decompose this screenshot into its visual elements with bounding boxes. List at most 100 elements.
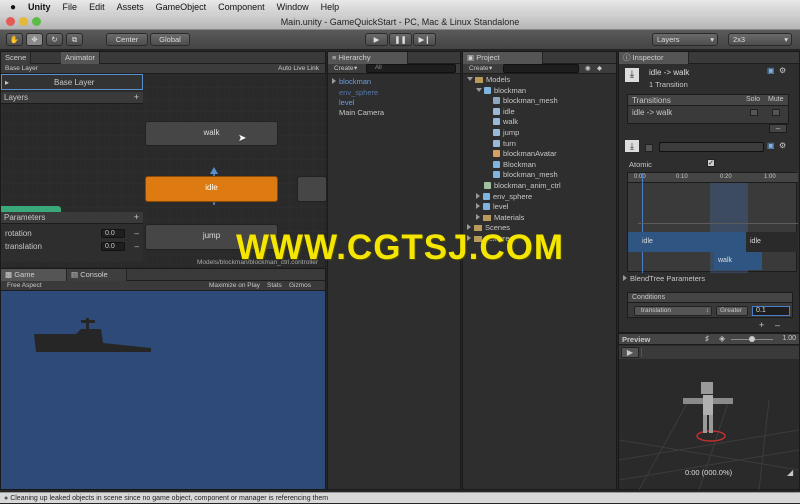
menu-help[interactable]: Help	[321, 2, 340, 12]
project-item-blockman-mesh[interactable]: blockman_mesh	[485, 170, 558, 179]
state-node-walk[interactable]: walk	[145, 121, 278, 146]
auto-live-link-button[interactable]: Auto Live Link	[278, 64, 319, 74]
global-local-button[interactable]: Global	[150, 33, 190, 46]
layout-dropdown[interactable]: 2x3 ▾	[728, 33, 792, 46]
maximize-on-play-toggle[interactable]: Maximize on Play	[209, 281, 260, 291]
project-search-input[interactable]	[503, 64, 579, 73]
project-item-blockman-mesh[interactable]: blockman_mesh	[485, 96, 558, 105]
idle-clip-bar-2[interactable]: idle	[746, 232, 798, 252]
atomic-checkbox[interactable]: ✓	[707, 159, 715, 167]
project-item-level[interactable]: level	[476, 202, 508, 211]
remove-icon[interactable]: –	[135, 242, 139, 251]
menu-edit[interactable]: Edit	[89, 2, 105, 12]
play-button[interactable]: ▶	[365, 33, 388, 46]
preview-time-marker[interactable]	[641, 348, 642, 357]
condition-operator-dropdown[interactable]: Greater	[716, 306, 748, 316]
speed-icon[interactable]: ◈	[719, 334, 725, 343]
gizmos-dropdown[interactable]: Gizmos	[289, 281, 311, 291]
parameter-value-field[interactable]: 0.0	[101, 229, 125, 238]
filter-type-icon[interactable]: ◉	[585, 64, 591, 74]
layer-base-layer[interactable]: ▸ Base Layer	[1, 74, 143, 90]
menu-file[interactable]: File	[63, 2, 78, 12]
pivot-center-button[interactable]: Center	[106, 33, 148, 46]
app-menu[interactable]: Unity	[28, 2, 51, 12]
tab-scene[interactable]: Scene	[1, 52, 32, 64]
project-item-materials[interactable]: Materials	[476, 213, 524, 222]
scale-tool-icon[interactable]: ⧉	[66, 33, 83, 46]
blendtree-parameters-foldout[interactable]: BlendTree Parameters	[623, 274, 705, 283]
menu-window[interactable]: Window	[277, 2, 309, 12]
project-item-jump[interactable]: jump	[485, 128, 519, 137]
transition-enabled-checkbox[interactable]	[645, 144, 653, 152]
project-item-turn[interactable]: turn	[485, 139, 516, 148]
apple-icon[interactable]: ●	[10, 2, 16, 13]
project-item-blockman-anim-ctrl[interactable]: blockman_anim_ctrl	[476, 181, 561, 190]
project-item-blockman[interactable]: Blockman	[485, 160, 536, 169]
pivot-icon[interactable]: ♯	[705, 334, 709, 343]
rotate-tool-icon[interactable]: ↻	[46, 33, 63, 46]
tab-project[interactable]: ▣ Project	[463, 52, 543, 64]
tab-console[interactable]: ▤ Console	[67, 269, 127, 281]
expand-icon[interactable]	[476, 192, 480, 199]
expand-icon[interactable]	[476, 213, 480, 220]
menu-component[interactable]: Component	[218, 2, 265, 12]
condition-value-input[interactable]: 0.1	[752, 306, 790, 316]
hierarchy-item-blockman[interactable]: blockman	[332, 77, 371, 86]
minimize-window-button[interactable]	[19, 17, 28, 26]
remove-transition-button[interactable]: –	[769, 124, 787, 133]
speed-slider-thumb[interactable]	[749, 336, 755, 342]
status-message[interactable]: Cleaning up leaked objects in scene sinc…	[10, 495, 328, 502]
project-item-walk[interactable]: walk	[485, 117, 518, 126]
state-node-idle[interactable]: idle	[145, 176, 278, 202]
tab-hierarchy[interactable]: ≡ Hierarchy	[328, 52, 408, 64]
pause-button[interactable]: ❚❚	[389, 33, 412, 46]
idle-clip-bar[interactable]: idle	[628, 232, 746, 252]
project-create-button[interactable]: Create	[469, 64, 489, 74]
solo-checkbox[interactable]	[750, 109, 758, 116]
settings-gear-icon[interactable]: ⚙	[779, 141, 786, 150]
project-item-blockman[interactable]: blockman	[476, 86, 526, 95]
tab-animator[interactable]: Animator	[61, 52, 101, 64]
hierarchy-search-input[interactable]: All	[366, 64, 456, 73]
hand-tool-icon[interactable]: ✋	[6, 33, 23, 46]
tab-game[interactable]: ▩ Game	[1, 269, 67, 281]
menu-gameobject[interactable]: GameObject	[156, 2, 207, 12]
help-icon[interactable]: ▣	[767, 66, 775, 75]
menu-assets[interactable]: Assets	[117, 2, 144, 12]
project-item-models[interactable]: Models	[467, 75, 510, 84]
base-layer-breadcrumb[interactable]: Base Layer	[5, 64, 38, 74]
help-icon[interactable]: ▣	[767, 141, 775, 150]
project-item-blockmanavatar[interactable]: blockmanAvatar	[485, 149, 557, 158]
layers-dropdown[interactable]: Layers ▾	[652, 33, 718, 46]
filter-label-icon[interactable]: ◆	[597, 64, 602, 74]
walk-clip-bar[interactable]: walk	[714, 252, 762, 270]
project-item-env-sphere[interactable]: env_sphere	[476, 192, 532, 201]
transition-row[interactable]: idle -> walk	[628, 107, 788, 119]
step-button[interactable]: ▶❙	[413, 33, 436, 46]
project-item-idle[interactable]: idle	[485, 107, 515, 116]
parameter-value-field[interactable]: 0.0	[101, 242, 125, 251]
preview-play-button[interactable]: ▶	[621, 347, 639, 358]
aspect-dropdown[interactable]: Free Aspect	[7, 281, 42, 291]
remove-condition-button[interactable]: –	[775, 320, 780, 330]
hierarchy-item-main-camera[interactable]: Main Camera	[339, 108, 384, 117]
stats-toggle[interactable]: Stats	[267, 281, 282, 291]
add-parameter-button[interactable]: +	[134, 212, 139, 222]
expand-icon[interactable]	[332, 78, 336, 84]
hierarchy-create-button[interactable]: Create	[334, 64, 354, 74]
mute-checkbox[interactable]	[772, 109, 780, 116]
transition-name-field[interactable]	[659, 142, 764, 152]
zoom-window-button[interactable]	[32, 17, 41, 26]
transition-timeline[interactable]: 0:00 0:10 0:20 1:00 idle idle walk	[627, 172, 798, 273]
remove-icon[interactable]: –	[135, 229, 139, 238]
condition-parameter-dropdown[interactable]: translation ↕	[634, 306, 712, 316]
resize-grip-icon[interactable]: ◢	[787, 468, 793, 477]
move-tool-icon[interactable]: ✥	[26, 33, 43, 46]
state-node-partial[interactable]	[297, 176, 327, 202]
add-condition-button[interactable]: +	[759, 320, 764, 330]
add-layer-button[interactable]: +	[134, 92, 139, 102]
settings-gear-icon[interactable]: ⚙	[779, 66, 786, 75]
collapse-icon[interactable]	[467, 77, 473, 81]
hierarchy-item-level[interactable]: level	[339, 98, 354, 107]
expand-icon[interactable]	[476, 203, 480, 210]
